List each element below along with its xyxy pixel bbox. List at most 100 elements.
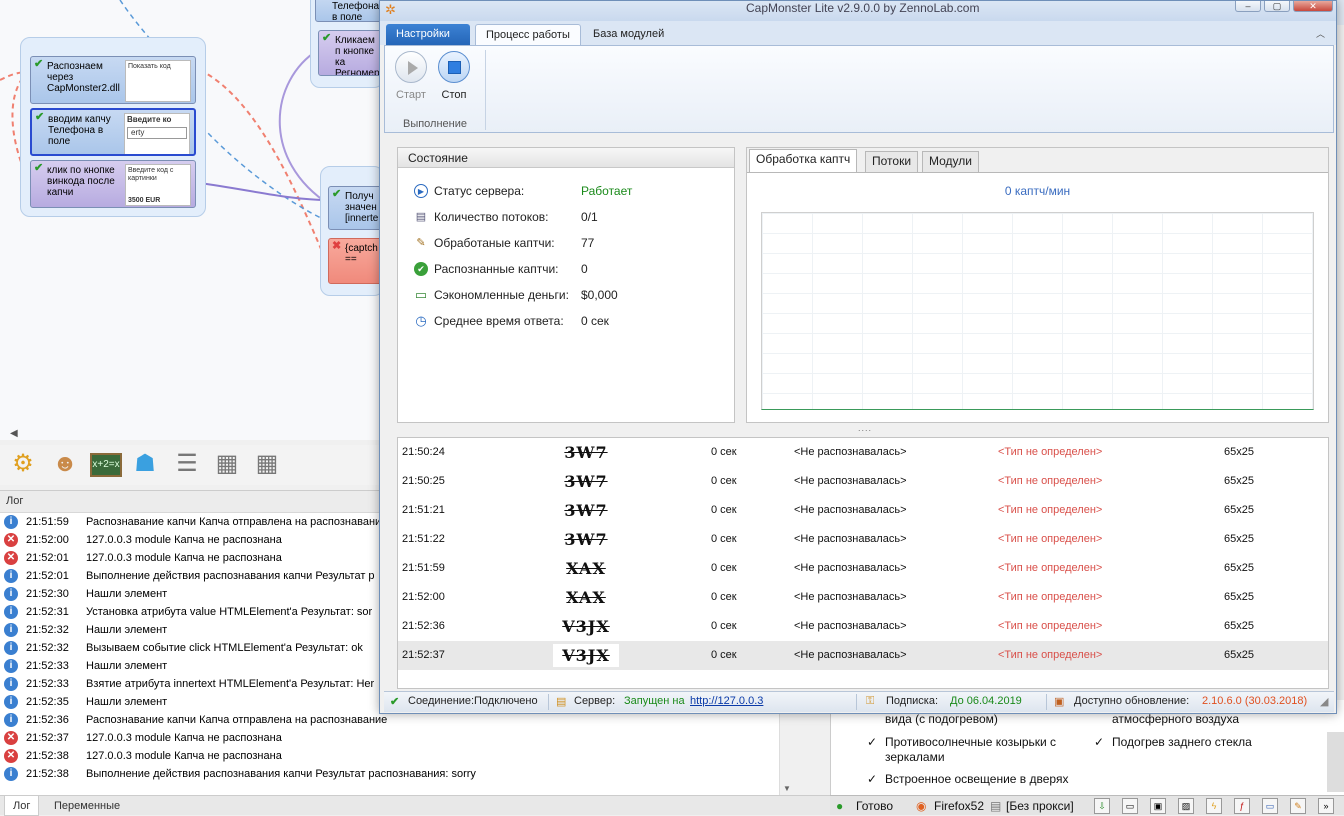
- flash-icon[interactable]: ƒ: [1234, 798, 1250, 814]
- tab-threads[interactable]: Потоки: [865, 151, 919, 172]
- action-block-error[interactable]: ✖ {captch ==: [328, 238, 383, 284]
- pencil-icon[interactable]: ✎: [1290, 798, 1306, 814]
- tab-settings[interactable]: Настройки: [386, 24, 470, 45]
- action-block-selected[interactable]: ✔ вводим капчу Телефона в поле Введите к…: [30, 108, 196, 156]
- title-bar[interactable]: ✲ CapMonster Lite v2.9.0.0 by ZennoLab.c…: [380, 1, 1336, 21]
- rate-chart: [761, 212, 1314, 410]
- frame-icon[interactable]: ▣: [1150, 798, 1166, 814]
- log-time: 21:52:35: [26, 696, 69, 708]
- captcha-type: <Тип не определен>: [998, 649, 1103, 661]
- start-button[interactable]: Старт: [392, 51, 430, 101]
- ribbon: Старт Стоп Выполнение: [384, 45, 1334, 133]
- log-message: Нашли элемент: [86, 696, 168, 708]
- tab-modules-db[interactable]: База модулей: [583, 24, 674, 45]
- server-link[interactable]: http://127.0.0.3: [690, 695, 763, 707]
- block-label: Получ значен [innerte: [345, 191, 379, 224]
- close-button[interactable]: ✕: [1293, 1, 1333, 12]
- log-row[interactable]: ✕ 21:52:38 127.0.0.3 module Капча не расп…: [0, 747, 795, 765]
- feature-text: Противосолнечные козырьки с зеркалами: [885, 735, 1057, 764]
- chalkboard-icon[interactable]: x+2=x: [90, 453, 122, 477]
- gears-icon[interactable]: ⚙: [8, 449, 38, 479]
- tab-captcha-processing[interactable]: Обработка каптч: [749, 149, 858, 172]
- log-row[interactable]: i 21:52:38 Выполнение действия распознаван…: [0, 765, 795, 783]
- image-icon[interactable]: ▨: [1178, 798, 1194, 814]
- download-icon[interactable]: ⇩: [1094, 798, 1110, 814]
- captcha-type: <Тип не определен>: [998, 562, 1103, 574]
- captcha-duration: 0 сек: [711, 562, 737, 574]
- tab-variables[interactable]: Переменные: [46, 796, 128, 816]
- connection-label: Соединение:: [408, 695, 475, 707]
- lightning-icon[interactable]: ϟ: [1206, 798, 1222, 814]
- action-block[interactable]: Телефона в поле: [315, 0, 383, 22]
- table-icon[interactable]: ▦: [212, 449, 242, 479]
- maximize-button[interactable]: ▢: [1264, 1, 1290, 12]
- check-icon: ✓: [867, 772, 878, 786]
- overflow-icon[interactable]: »: [1318, 798, 1334, 814]
- screen-icon[interactable]: ▭: [1262, 798, 1278, 814]
- captcha-image: 3W7: [553, 441, 619, 464]
- start-label: Старт: [396, 89, 426, 101]
- captcha-time: 21:50:24: [402, 446, 445, 458]
- log-message: Выполнение действия распознавания капчи …: [86, 570, 375, 582]
- project-canvas[interactable]: Телефона в поле ✔ Кликаем п кнопке ка Ре…: [0, 0, 384, 440]
- state-panel: Состояние ▶ Статус сервера: Работает ▤ К…: [397, 147, 735, 423]
- thumbnail-input: erty: [127, 127, 187, 139]
- monster-icon[interactable]: ☗: [130, 449, 160, 479]
- info-icon: i: [4, 713, 18, 727]
- captcha-duration: 0 сек: [711, 475, 737, 487]
- minimize-button[interactable]: –: [1235, 1, 1261, 12]
- check-icon: ✔: [34, 58, 44, 70]
- state-label: Статус сервера:: [434, 184, 525, 198]
- splitter-handle[interactable]: ....: [855, 424, 875, 433]
- captcha-row[interactable]: 21:51:21 3W7 0 сек <Не распознавалась> <Тип …: [398, 496, 1328, 525]
- captcha-row[interactable]: 21:52:37 V3JX 0 сек <Не распознавалась> <Тип…: [398, 641, 1328, 670]
- user-icon[interactable]: ☻: [50, 449, 80, 479]
- ribbon-tabs: Настройки Процесс работы База модулей ︿: [380, 21, 1336, 45]
- state-label: Распознанные каптчи:: [434, 262, 559, 276]
- log-row[interactable]: ✕ 21:52:37 127.0.0.3 module Капча не расп…: [0, 729, 795, 747]
- action-block[interactable]: ✔ Распознаем через CapMonster2.dll Показ…: [30, 56, 196, 104]
- status-separator: [1046, 694, 1047, 710]
- tab-log[interactable]: Лог: [4, 796, 40, 816]
- window-icon[interactable]: ▭: [1122, 798, 1138, 814]
- state-value: 77: [581, 236, 595, 250]
- update-value[interactable]: 2.10.6.0 (30.03.2018): [1202, 695, 1307, 707]
- collapse-ribbon-icon[interactable]: ︿: [1316, 27, 1325, 40]
- info-icon: i: [4, 605, 18, 619]
- proxy-status[interactable]: [Без прокси]: [1006, 799, 1074, 813]
- captcha-size: 65x25: [1224, 562, 1254, 574]
- captcha-row[interactable]: 21:50:24 3W7 0 сек <Не распознавалась> <Тип …: [398, 438, 1328, 467]
- action-block[interactable]: ✔ Получ значен [innerte: [328, 186, 383, 230]
- action-block[interactable]: ✔ клик по кнопке винкода после капчи Вве…: [30, 160, 196, 208]
- captcha-duration: 0 сек: [711, 446, 737, 458]
- tab-modules[interactable]: Модули: [922, 151, 979, 172]
- connection-line: [199, 69, 331, 271]
- captcha-row[interactable]: 21:51:59 XAX 0 сек <Не распознавалась> <Тип …: [398, 554, 1328, 583]
- chart-panel: Обработка каптч Потоки Модули 0 каптч/ми…: [746, 147, 1329, 423]
- state-value: $0,000: [581, 288, 618, 302]
- state-label: Среднее время ответа:: [434, 314, 564, 328]
- captcha-row[interactable]: 21:52:00 XAX 0 сек <Не распознавалась> <Тип …: [398, 583, 1328, 612]
- resize-grip-icon[interactable]: ◢: [1320, 695, 1328, 708]
- captcha-row[interactable]: 21:51:22 3W7 0 сек <Не распознавалась> <Тип …: [398, 525, 1328, 554]
- captcha-row[interactable]: 21:52:36 V3JX 0 сек <Не распознавалась> <Тип…: [398, 612, 1328, 641]
- action-block[interactable]: ✔ Кликаем п кнопке ка Регномер: [318, 30, 383, 76]
- log-time: 21:52:33: [26, 678, 69, 690]
- info-icon: i: [4, 767, 18, 781]
- state-value: 0: [581, 262, 588, 276]
- browser-page: вида (с подогревом) атмосферного воздуха…: [830, 700, 1344, 795]
- list-icon[interactable]: ☰: [172, 449, 202, 479]
- scroll-left-icon[interactable]: ◀: [10, 428, 18, 439]
- update-label: Доступно обновление:: [1074, 695, 1190, 707]
- server-label: Сервер:: [574, 695, 616, 707]
- window-title: CapMonster Lite v2.9.0.0 by ZennoLab.com: [746, 1, 980, 15]
- log-message: Нашли элемент: [86, 660, 168, 672]
- captcha-row[interactable]: 21:50:25 3W7 0 сек <Не распознавалась> <Тип …: [398, 467, 1328, 496]
- info-icon: i: [4, 569, 18, 583]
- check-icon: ✔: [322, 32, 332, 44]
- tab-process[interactable]: Процесс работы: [475, 24, 581, 45]
- stop-button[interactable]: Стоп: [435, 51, 473, 101]
- scroll-down-icon[interactable]: ▼: [783, 784, 791, 793]
- error-icon: ✕: [4, 749, 18, 763]
- table-icon[interactable]: ▦: [252, 449, 282, 479]
